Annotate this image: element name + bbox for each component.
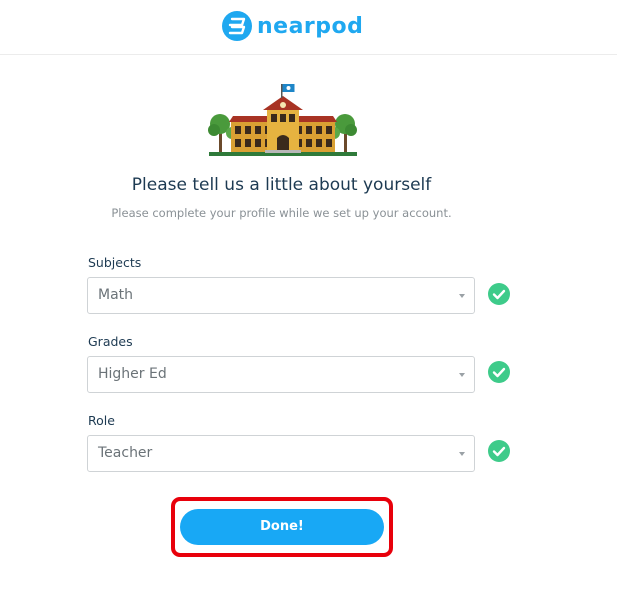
chevron-down-icon <box>459 452 465 456</box>
grades-select[interactable]: Higher Ed <box>87 356 475 393</box>
role-label: Role <box>88 413 115 428</box>
school-building-icon <box>205 80 361 160</box>
subjects-check-icon <box>488 283 510 305</box>
top-bar: nearpod <box>0 0 617 55</box>
grades-label: Grades <box>88 334 133 349</box>
chevron-down-icon <box>459 294 465 298</box>
page-subtitle: Please complete your profile while we se… <box>111 206 452 220</box>
done-button[interactable]: Done! <box>180 509 384 545</box>
role-check-icon <box>488 440 510 462</box>
profile-setup-page: nearpod Please tell us a little about yo… <box>0 0 617 600</box>
grades-value: Higher Ed <box>98 366 167 382</box>
subjects-label: Subjects <box>88 255 142 270</box>
nearpod-logo[interactable]: nearpod <box>222 10 363 42</box>
logo-text: nearpod <box>257 13 364 39</box>
chevron-down-icon <box>459 373 465 377</box>
subjects-select[interactable]: Math <box>87 277 475 314</box>
role-value: Teacher <box>98 445 153 461</box>
subjects-value: Math <box>98 287 134 303</box>
grades-check-icon <box>488 361 510 383</box>
page-title: Please tell us a little about yourself <box>131 175 432 195</box>
nearpod-logo-icon <box>222 11 252 41</box>
role-select[interactable]: Teacher <box>87 435 475 472</box>
